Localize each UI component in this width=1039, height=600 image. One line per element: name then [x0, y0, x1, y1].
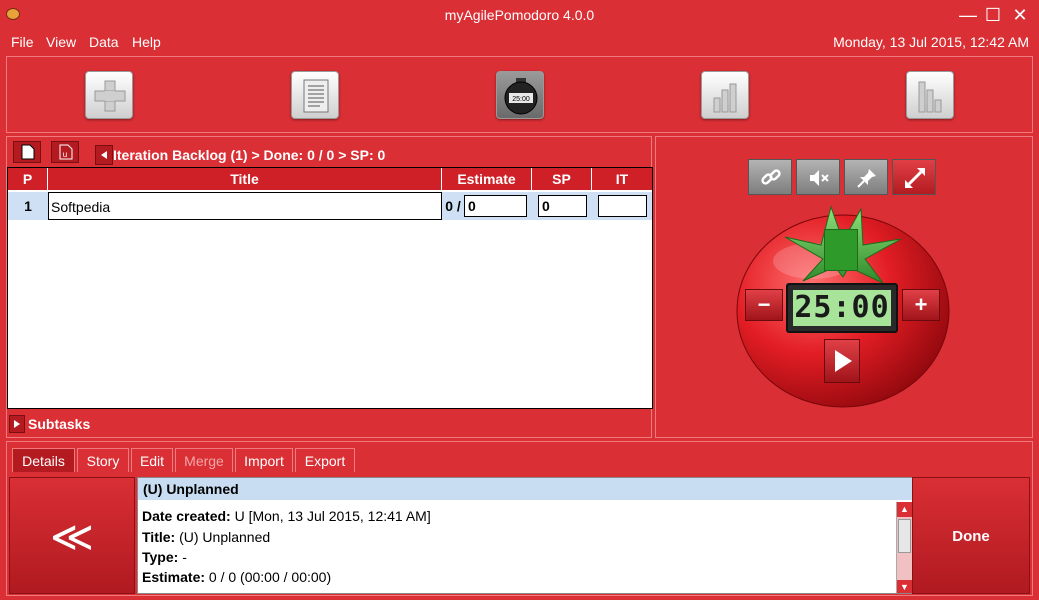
- chart-button[interactable]: [701, 71, 749, 119]
- details-scrollbar[interactable]: ▲ ▼: [896, 502, 912, 593]
- new-document-icon: [21, 144, 35, 160]
- expand-icon: [905, 168, 925, 188]
- detail-key: Title:: [142, 529, 176, 545]
- maximize-button[interactable]: ☐: [981, 4, 1005, 26]
- svg-text:u: u: [63, 150, 67, 159]
- details-title: (U) Unplanned: [138, 478, 912, 500]
- mute-button[interactable]: [796, 159, 840, 195]
- column-header-p[interactable]: P: [8, 168, 48, 190]
- bar-chart-icon: [713, 83, 737, 113]
- menu-help[interactable]: Help: [132, 34, 161, 50]
- detail-date-created: Date created: U [Mon, 13 Jul 2015, 12:41…: [142, 508, 431, 524]
- tab-import[interactable]: Import: [235, 448, 293, 472]
- table-row[interactable]: 1 Softpedia 0 / 0 0: [8, 192, 652, 220]
- mute-icon: [810, 170, 829, 186]
- detail-key: Type:: [142, 549, 179, 565]
- close-button[interactable]: ✕: [1008, 4, 1032, 26]
- scroll-down-icon[interactable]: ▼: [897, 580, 912, 593]
- tab-details[interactable]: Details: [12, 448, 75, 472]
- main-toolbar: 25:00: [6, 56, 1033, 133]
- detail-value: (U) Unplanned: [179, 529, 271, 545]
- document-list-icon: [303, 79, 329, 113]
- backlog-panel: u Iteration Backlog (1) > Done: 0 / 0 > …: [6, 136, 653, 438]
- list-button[interactable]: [291, 71, 339, 119]
- detail-estimate: Estimate: 0 / 0 (00:00 / 00:00): [142, 569, 331, 585]
- detail-title: Title: (U) Unplanned: [142, 529, 270, 545]
- menu-view[interactable]: View: [46, 34, 76, 50]
- increase-time-button[interactable]: +: [902, 289, 940, 321]
- tab-story[interactable]: Story: [77, 448, 129, 472]
- link-button[interactable]: [748, 159, 792, 195]
- detail-value: 0 / 0 (00:00 / 00:00): [208, 569, 332, 585]
- details-view: (U) Unplanned Date created: U [Mon, 13 J…: [137, 477, 913, 594]
- detail-value: U [Mon, 13 Jul 2015, 12:41 AM]: [234, 508, 431, 524]
- backlog-table: P Title Estimate SP IT 1 Softpedia 0 / 0…: [7, 167, 653, 409]
- timer-display: 25:00: [793, 290, 891, 326]
- menu-data[interactable]: Data: [89, 34, 119, 50]
- unplanned-item-button[interactable]: u: [51, 141, 79, 163]
- sp-input[interactable]: 0: [538, 195, 587, 217]
- details-panel: Details Story Edit Merge Import Export ≪…: [6, 441, 1033, 596]
- burndown-button[interactable]: [906, 71, 954, 119]
- play-icon: [835, 350, 852, 372]
- minimize-button[interactable]: —: [956, 4, 980, 26]
- previous-button[interactable]: ≪: [9, 477, 135, 594]
- tab-export[interactable]: Export: [295, 448, 355, 472]
- detail-value: -: [182, 549, 187, 565]
- plus-icon: [94, 80, 126, 112]
- tab-edit[interactable]: Edit: [131, 448, 173, 472]
- pomodoro-timer-panel: − 25:00 +: [655, 136, 1033, 438]
- window-title: myAgilePomodoro 4.0.0: [444, 7, 595, 23]
- column-header-sp[interactable]: SP: [532, 168, 592, 190]
- resize-button[interactable]: [892, 159, 936, 195]
- row-title[interactable]: Softpedia: [48, 192, 442, 220]
- stopwatch-label: 25:00: [512, 96, 530, 103]
- column-header-estimate[interactable]: Estimate: [442, 168, 532, 190]
- link-icon: [761, 169, 781, 185]
- new-item-button[interactable]: [13, 141, 41, 163]
- pin-button[interactable]: [844, 159, 888, 195]
- detail-key: Date created:: [142, 508, 231, 524]
- done-button[interactable]: Done: [912, 477, 1030, 594]
- estimate-input[interactable]: 0: [464, 195, 527, 217]
- stopwatch-icon: 25:00: [504, 78, 538, 115]
- pin-icon: [857, 169, 876, 188]
- current-datetime: Monday, 13 Jul 2015, 12:42 AM: [833, 34, 1029, 50]
- subtasks-label: Subtasks: [28, 416, 91, 432]
- timer-button[interactable]: 25:00: [496, 71, 544, 119]
- scroll-thumb[interactable]: [898, 519, 911, 553]
- it-input[interactable]: [598, 195, 647, 217]
- collapse-arrow[interactable]: [95, 145, 113, 165]
- backlog-breadcrumb: Iteration Backlog (1) > Done: 0 / 0 > SP…: [113, 147, 386, 163]
- row-priority: 1: [24, 198, 32, 214]
- subtasks-arrow[interactable]: [9, 415, 25, 433]
- menu-bar: File View Data Help Monday, 13 Jul 2015,…: [0, 30, 1039, 54]
- menu-file[interactable]: File: [11, 34, 34, 50]
- decrease-time-button[interactable]: −: [745, 289, 783, 321]
- column-header-title[interactable]: Title: [48, 168, 442, 190]
- unplanned-document-icon: u: [59, 144, 73, 160]
- lcd-frame: 25:00: [786, 283, 898, 333]
- scroll-up-icon[interactable]: ▲: [897, 502, 912, 517]
- column-header-it[interactable]: IT: [592, 168, 652, 190]
- stem-indicator: [824, 229, 858, 271]
- triangle-right-icon: [14, 420, 20, 428]
- title-bar: myAgilePomodoro 4.0.0 — ☐ ✕: [0, 0, 1039, 30]
- detail-type: Type: -: [142, 549, 187, 565]
- start-timer-button[interactable]: [824, 339, 860, 383]
- triangle-left-icon: [101, 151, 107, 159]
- burndown-chart-icon: [918, 81, 942, 113]
- detail-key: Estimate:: [142, 569, 206, 585]
- add-button[interactable]: [85, 71, 133, 119]
- tab-merge[interactable]: Merge: [175, 448, 233, 472]
- row-estimate-done: 0 /: [445, 198, 461, 214]
